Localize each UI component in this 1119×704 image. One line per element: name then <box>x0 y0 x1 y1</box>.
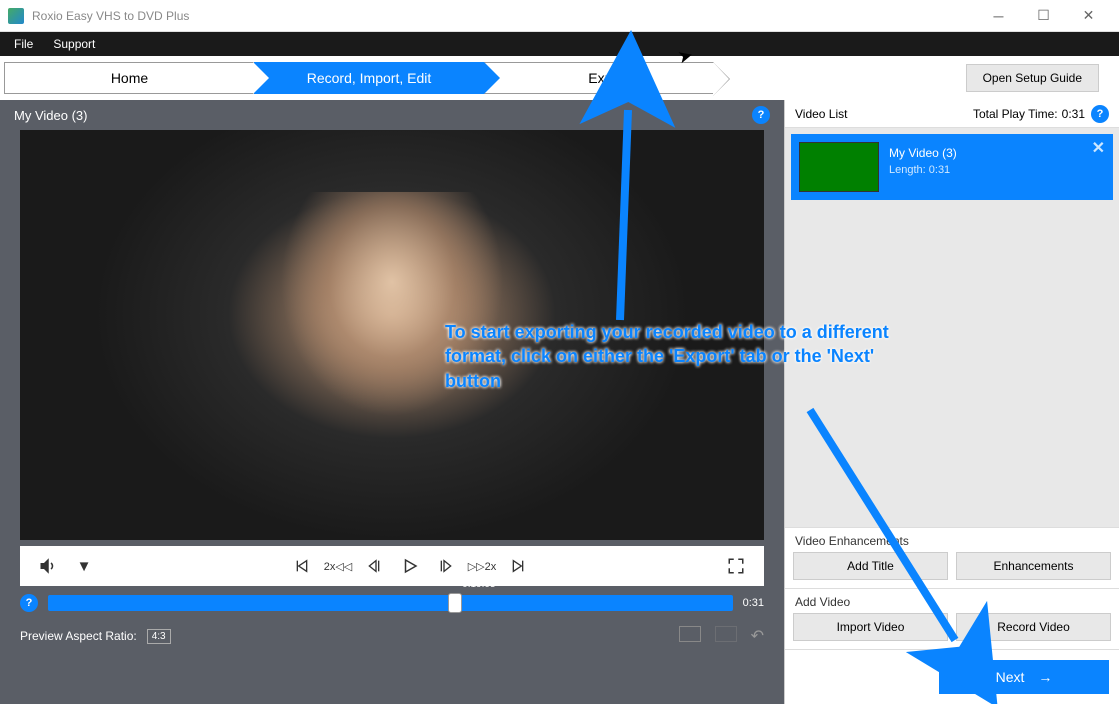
video-thumbnail <box>799 142 879 192</box>
import-video-button[interactable]: Import Video <box>793 613 948 641</box>
help-icon[interactable]: ? <box>752 106 770 124</box>
video-list-item[interactable]: My Video (3) Length: 0:31 ✕ <box>791 134 1113 200</box>
timeline-help-icon[interactable]: ? <box>20 594 38 612</box>
side-panel: Video List Total Play Time: 0:31 ? My Vi… <box>784 100 1119 704</box>
timeline-track[interactable]: 0:19:05 <box>48 595 733 611</box>
enhancements-button[interactable]: Enhancements <box>956 552 1111 580</box>
menu-support[interactable]: Support <box>43 37 105 51</box>
add-video-label: Add Video <box>785 589 1119 613</box>
next-arrow-icon: → <box>1038 669 1052 685</box>
chevron-tabs: Home Record, Import, Edit Export <box>4 62 714 94</box>
record-video-button[interactable]: Record Video <box>956 613 1111 641</box>
aspect-ratio-button[interactable]: 4:3 <box>147 629 171 644</box>
main-area: My Video (3) ? ▼ 2x◁◁ ▷▷2x ? 0:19:05 <box>0 100 1119 704</box>
trim-icon[interactable] <box>679 626 701 642</box>
preview-panel: My Video (3) ? ▼ 2x◁◁ ▷▷2x ? 0:19:05 <box>0 100 784 704</box>
volume-icon[interactable] <box>32 550 64 582</box>
undo-icon[interactable]: ↶ <box>751 626 764 646</box>
video-item-title: My Video (3) <box>889 146 957 160</box>
rewind-fast-icon[interactable]: 2x◁◁ <box>322 550 354 582</box>
minimize-button[interactable]: ─ <box>976 1 1021 31</box>
enhancements-label: Video Enhancements <box>785 528 1119 552</box>
aspect-label: Preview Aspect Ratio: <box>20 629 137 643</box>
close-button[interactable]: ✕ <box>1066 1 1111 31</box>
skip-end-icon[interactable] <box>502 550 534 582</box>
add-title-button[interactable]: Add Title <box>793 552 948 580</box>
split-icon <box>715 626 737 642</box>
video-list-header: Video List Total Play Time: 0:31 ? <box>785 100 1119 128</box>
skip-start-icon[interactable] <box>286 550 318 582</box>
timeline-row: ? 0:19:05 0:31 <box>20 594 764 612</box>
forward-fast-icon[interactable]: ▷▷2x <box>466 550 498 582</box>
tab-home[interactable]: Home <box>4 62 254 94</box>
open-setup-guide-button[interactable]: Open Setup Guide <box>966 64 1099 92</box>
aspect-row: Preview Aspect Ratio: 4:3 ↶ <box>20 626 764 646</box>
video-list-label: Video List <box>795 107 973 121</box>
fullscreen-icon[interactable] <box>720 550 752 582</box>
next-label: Next <box>996 669 1025 685</box>
title-bar: Roxio Easy VHS to DVD Plus ─ ☐ ✕ <box>0 0 1119 32</box>
menu-file[interactable]: File <box>4 37 43 51</box>
video-length-value: 0:31 <box>929 164 950 176</box>
app-icon <box>8 8 24 24</box>
tab-bar: Home Record, Import, Edit Export Open Se… <box>0 56 1119 100</box>
window-controls: ─ ☐ ✕ <box>976 1 1111 31</box>
preview-header: My Video (3) ? <box>0 100 784 130</box>
timeline-position: 0:19:05 <box>462 579 495 590</box>
video-length-label: Length: <box>889 164 926 176</box>
play-icon[interactable] <box>394 550 426 582</box>
playtime-label: Total Play Time: <box>973 107 1058 121</box>
video-title: My Video (3) <box>14 108 87 123</box>
next-button[interactable]: Next → <box>939 660 1109 694</box>
step-back-icon[interactable] <box>358 550 390 582</box>
list-help-icon[interactable]: ? <box>1091 105 1109 123</box>
menu-bar: File Support <box>0 32 1119 56</box>
volume-dropdown-icon[interactable]: ▼ <box>68 550 100 582</box>
tab-record-import-edit[interactable]: Record, Import, Edit <box>254 62 484 94</box>
step-forward-icon[interactable] <box>430 550 462 582</box>
timeline-thumb[interactable] <box>448 593 462 613</box>
playtime-value: 0:31 <box>1062 107 1085 121</box>
video-info: My Video (3) Length: 0:31 <box>889 142 957 192</box>
annotation-text: To start exporting your recorded video t… <box>445 320 895 393</box>
timeline-end-label: 0:31 <box>743 597 764 609</box>
playback-controls: ▼ 2x◁◁ ▷▷2x <box>20 546 764 586</box>
remove-video-icon[interactable]: ✕ <box>1092 138 1105 158</box>
app-title: Roxio Easy VHS to DVD Plus <box>32 9 976 23</box>
maximize-button[interactable]: ☐ <box>1021 1 1066 31</box>
